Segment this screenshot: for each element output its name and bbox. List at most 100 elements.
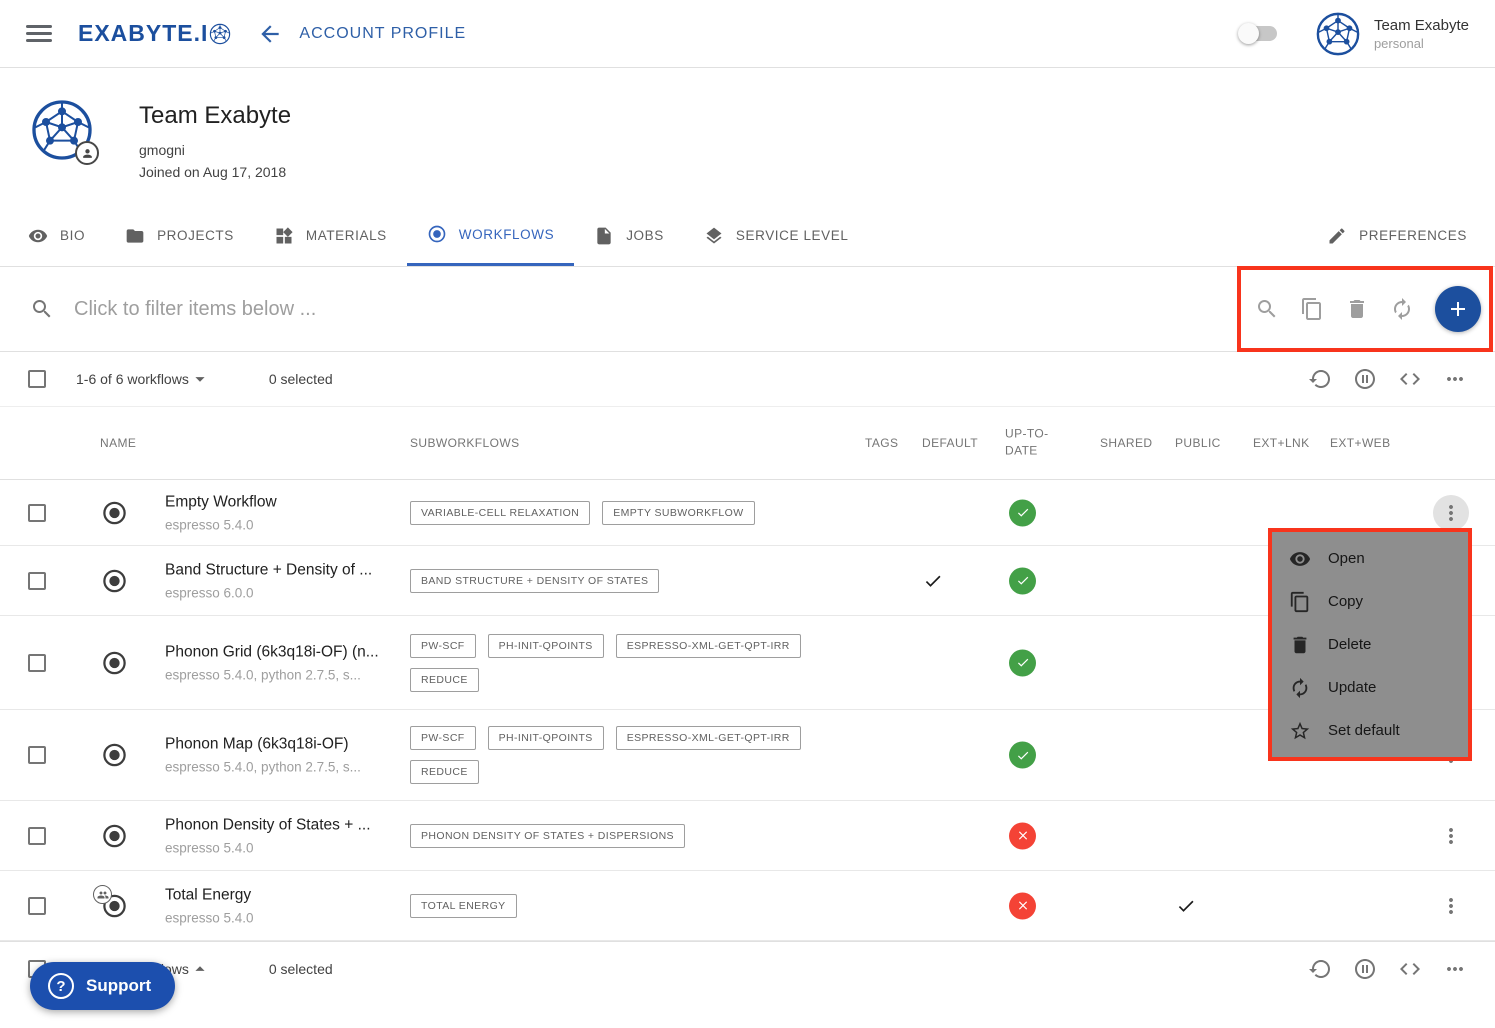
column-header-ext-lnk: EXT+LNK (1253, 436, 1310, 450)
name-cell: Total Energy espresso 5.4.0 (165, 886, 400, 925)
subworkflow-chips: VARIABLE-CELL RELAXATION EMPTY SUBWORKFL… (410, 501, 850, 525)
account-toggle[interactable] (1241, 26, 1277, 41)
subworkflow-chips: PW-SCF PH-INIT-QPOINTS ESPRESSO-XML-GET-… (410, 634, 850, 692)
more-horizontal-icon[interactable] (1443, 367, 1467, 391)
row-menu-button[interactable] (1439, 894, 1463, 918)
menu-item-open[interactable]: Open (1272, 537, 1468, 580)
pagination-range[interactable]: 1-6 of 6 workflows (76, 368, 211, 390)
row-checkbox[interactable] (28, 654, 46, 672)
more-vertical-icon (1439, 824, 1463, 848)
workflow-name[interactable]: Phonon Grid (6k3q18i-OF) (n... (165, 643, 400, 661)
workflow-name[interactable]: Phonon Map (6k3q18i-OF) (165, 736, 400, 754)
x-icon (1016, 829, 1030, 843)
reset-icon[interactable] (1308, 957, 1332, 981)
menu-item-copy[interactable]: Copy (1272, 580, 1468, 623)
x-icon (1016, 899, 1030, 913)
add-workflow-button[interactable] (1435, 286, 1481, 332)
row-checkbox[interactable] (28, 572, 46, 590)
logo-molecule-icon (209, 23, 231, 45)
name-cell: Phonon Density of States + ... espresso … (165, 816, 400, 855)
more-vertical-icon (1439, 894, 1463, 918)
pagination-range-label: 1-6 of 6 workflows (76, 371, 189, 387)
menu-icon[interactable] (26, 21, 52, 46)
toolbar-delete-icon[interactable] (1345, 297, 1369, 321)
pause-icon[interactable] (1353, 367, 1377, 391)
account-avatar[interactable] (1315, 11, 1361, 57)
logo[interactable]: EXABYTE.I (78, 20, 231, 47)
selected-count: 0 selected (269, 371, 333, 387)
shared-people-icon (93, 885, 112, 904)
chevron-up-icon (189, 958, 211, 980)
preferences-button[interactable]: PREFERENCES (1307, 205, 1495, 266)
up-to-date-badge (1009, 742, 1036, 769)
subworkflow-chip: PHONON DENSITY OF STATES + DISPERSIONS (410, 824, 685, 848)
more-horizontal-icon[interactable] (1443, 957, 1467, 981)
layers-icon (704, 226, 724, 246)
help-icon: ? (48, 973, 74, 999)
row-checkbox[interactable] (28, 746, 46, 764)
workflow-name[interactable]: Phonon Density of States + ... (165, 816, 400, 834)
context-menu: Open Copy Delete Update Set default (1268, 528, 1472, 761)
workflow-name[interactable]: Total Energy (165, 886, 400, 904)
reset-icon[interactable] (1308, 367, 1332, 391)
tab-bio[interactable]: BIO (8, 205, 105, 266)
table-header: NAME SUBWORKFLOWS TAGS DEFAULT UP-TO-DAT… (0, 407, 1495, 480)
column-header-ext-web: EXT+WEB (1330, 436, 1390, 450)
tab-materials[interactable]: MATERIALS (254, 205, 407, 266)
row-menu-button[interactable] (1439, 824, 1463, 848)
tab-workflows[interactable]: WORKFLOWS (407, 205, 574, 266)
support-button[interactable]: ? Support (30, 962, 175, 1010)
file-icon (594, 226, 614, 246)
tab-projects[interactable]: PROJECTS (105, 205, 254, 266)
out-of-date-badge (1009, 822, 1036, 849)
row-checkbox[interactable] (28, 504, 46, 522)
list-controls-top: 1-6 of 6 workflows 0 selected (0, 352, 1495, 407)
tab-jobs[interactable]: JOBS (574, 205, 684, 266)
header-right: Team Exabyte personal (1241, 11, 1469, 57)
profile-tabs: BIO PROJECTS MATERIALS WORKFLOWS JOBS SE… (0, 205, 1495, 267)
toolbar-copy-icon[interactable] (1300, 297, 1324, 321)
toggle-knob (1238, 23, 1259, 44)
filter-input[interactable] (74, 298, 894, 321)
toolbar-search-icon[interactable] (1255, 297, 1279, 321)
star-icon (1289, 720, 1311, 742)
out-of-date-badge (1009, 892, 1036, 919)
toolbar-update-icon[interactable] (1390, 297, 1414, 321)
workflow-icon (101, 567, 128, 594)
pause-icon[interactable] (1353, 957, 1377, 981)
menu-item-update[interactable]: Update (1272, 666, 1468, 709)
eye-icon (1289, 548, 1311, 570)
subworkflow-chip: REDUCE (410, 668, 479, 692)
code-icon[interactable] (1398, 367, 1422, 391)
subworkflow-chips: TOTAL ENERGY (410, 894, 850, 918)
code-icon[interactable] (1398, 957, 1422, 981)
menu-item-label: Copy (1328, 593, 1363, 610)
subworkflow-chip: BAND STRUCTURE + DENSITY OF STATES (410, 569, 659, 593)
subworkflow-chip: PH-INIT-QPOINTS (488, 726, 604, 750)
workflow-subtitle: espresso 5.4.0 (165, 840, 400, 855)
subworkflow-chip: TOTAL ENERGY (410, 894, 517, 918)
name-cell: Phonon Map (6k3q18i-OF) espresso 5.4.0, … (165, 736, 400, 775)
sync-icon (1289, 677, 1311, 699)
list-controls-bottom: 1-6 of 6 workflows 0 selected (0, 941, 1495, 996)
workflow-name[interactable]: Empty Workflow (165, 493, 400, 511)
tab-label: PROJECTS (157, 228, 234, 243)
workflow-name[interactable]: Band Structure + Density of ... (165, 561, 400, 579)
row-checkbox[interactable] (28, 897, 46, 915)
radio-icon (427, 224, 447, 244)
row-checkbox[interactable] (28, 827, 46, 845)
menu-item-set-default[interactable]: Set default (1272, 709, 1468, 752)
select-all-checkbox[interactable] (28, 370, 46, 388)
workflow-subtitle: espresso 5.4.0, python 2.7.5, s... (165, 760, 400, 775)
more-vertical-icon (1439, 501, 1463, 525)
back-arrow-icon[interactable] (257, 21, 283, 47)
page-title: ACCOUNT PROFILE (299, 25, 466, 43)
account-name: Team Exabyte (1374, 17, 1469, 34)
widgets-icon (274, 226, 294, 246)
column-header-subworkflows: SUBWORKFLOWS (410, 436, 519, 450)
profile-avatar (30, 98, 94, 162)
row-menu-button[interactable] (1439, 501, 1463, 525)
tab-service-level[interactable]: SERVICE LEVEL (684, 205, 869, 266)
menu-item-delete[interactable]: Delete (1272, 623, 1468, 666)
profile-person-badge-icon (75, 141, 99, 165)
